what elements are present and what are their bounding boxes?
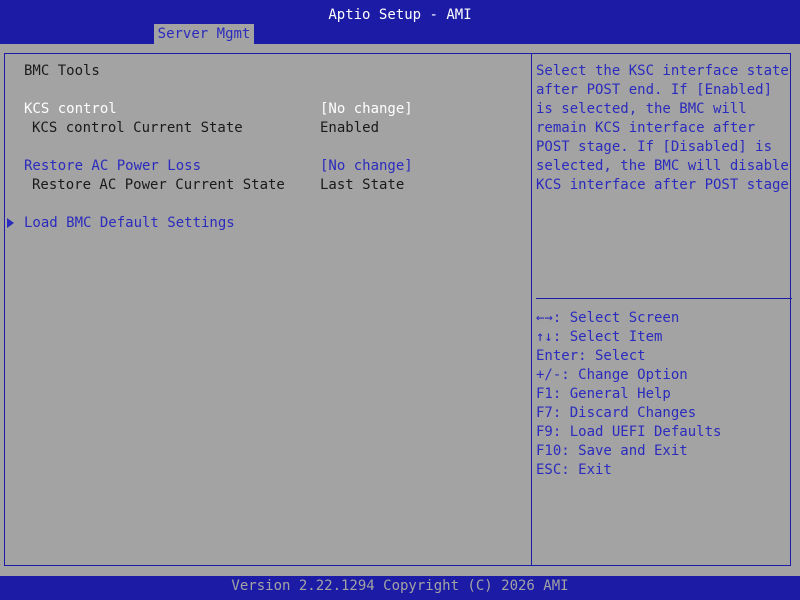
key-hint-save-exit: F10: Save and Exit	[536, 443, 688, 459]
key-hint-exit: ESC: Exit	[536, 462, 612, 478]
kcs-state-label: KCS control Current State	[32, 120, 243, 136]
key-hint-enter: Enter: Select	[536, 348, 646, 364]
key-hint-change-option: +/-: Change Option	[536, 367, 688, 383]
submenu-arrow-icon	[7, 218, 14, 228]
restore-ac-state-value: Last State	[320, 177, 405, 193]
key-hint-discard-changes: F7: Discard Changes	[536, 405, 697, 421]
app-title: Aptio Setup - AMI	[328, 7, 472, 23]
restore-ac-power-loss-label[interactable]: Restore AC Power Loss	[24, 157, 201, 176]
restore-ac-state-label: Restore AC Power Current State	[32, 177, 285, 193]
key-hint-load-defaults: F9: Load UEFI Defaults	[536, 424, 722, 440]
key-hint-general-help: F1: General Help	[536, 386, 671, 402]
setup-panel: BMC Tools KCS control [No change] KCS co…	[0, 44, 800, 576]
help-divider	[536, 298, 792, 299]
section-title: BMC Tools	[24, 63, 100, 79]
kcs-control-label[interactable]: KCS control	[24, 100, 117, 119]
key-hint-select-screen: ←→: Select Screen	[536, 310, 680, 326]
key-legend: ←→: Select Screen ↑↓: Select Item Enter:…	[536, 309, 788, 480]
version-footer: Version 2.22.1294 Copyright (C) 2026 AMI	[0, 576, 800, 600]
help-text: Select the KSC interface state after POS…	[536, 63, 789, 193]
panel-vertical-divider	[531, 53, 532, 566]
kcs-control-value[interactable]: [No change]	[320, 100, 413, 119]
key-hint-select-item: ↑↓: Select Item	[536, 329, 663, 345]
kcs-state-value: Enabled	[320, 120, 380, 136]
tab-server-mgmt[interactable]: Server Mgmt	[154, 24, 254, 44]
restore-ac-power-loss-value[interactable]: [No change]	[320, 157, 413, 176]
load-bmc-defaults-item[interactable]: Load BMC Default Settings	[24, 214, 235, 233]
title-bar: Aptio Setup - AMI Server Mgmt	[0, 0, 800, 44]
